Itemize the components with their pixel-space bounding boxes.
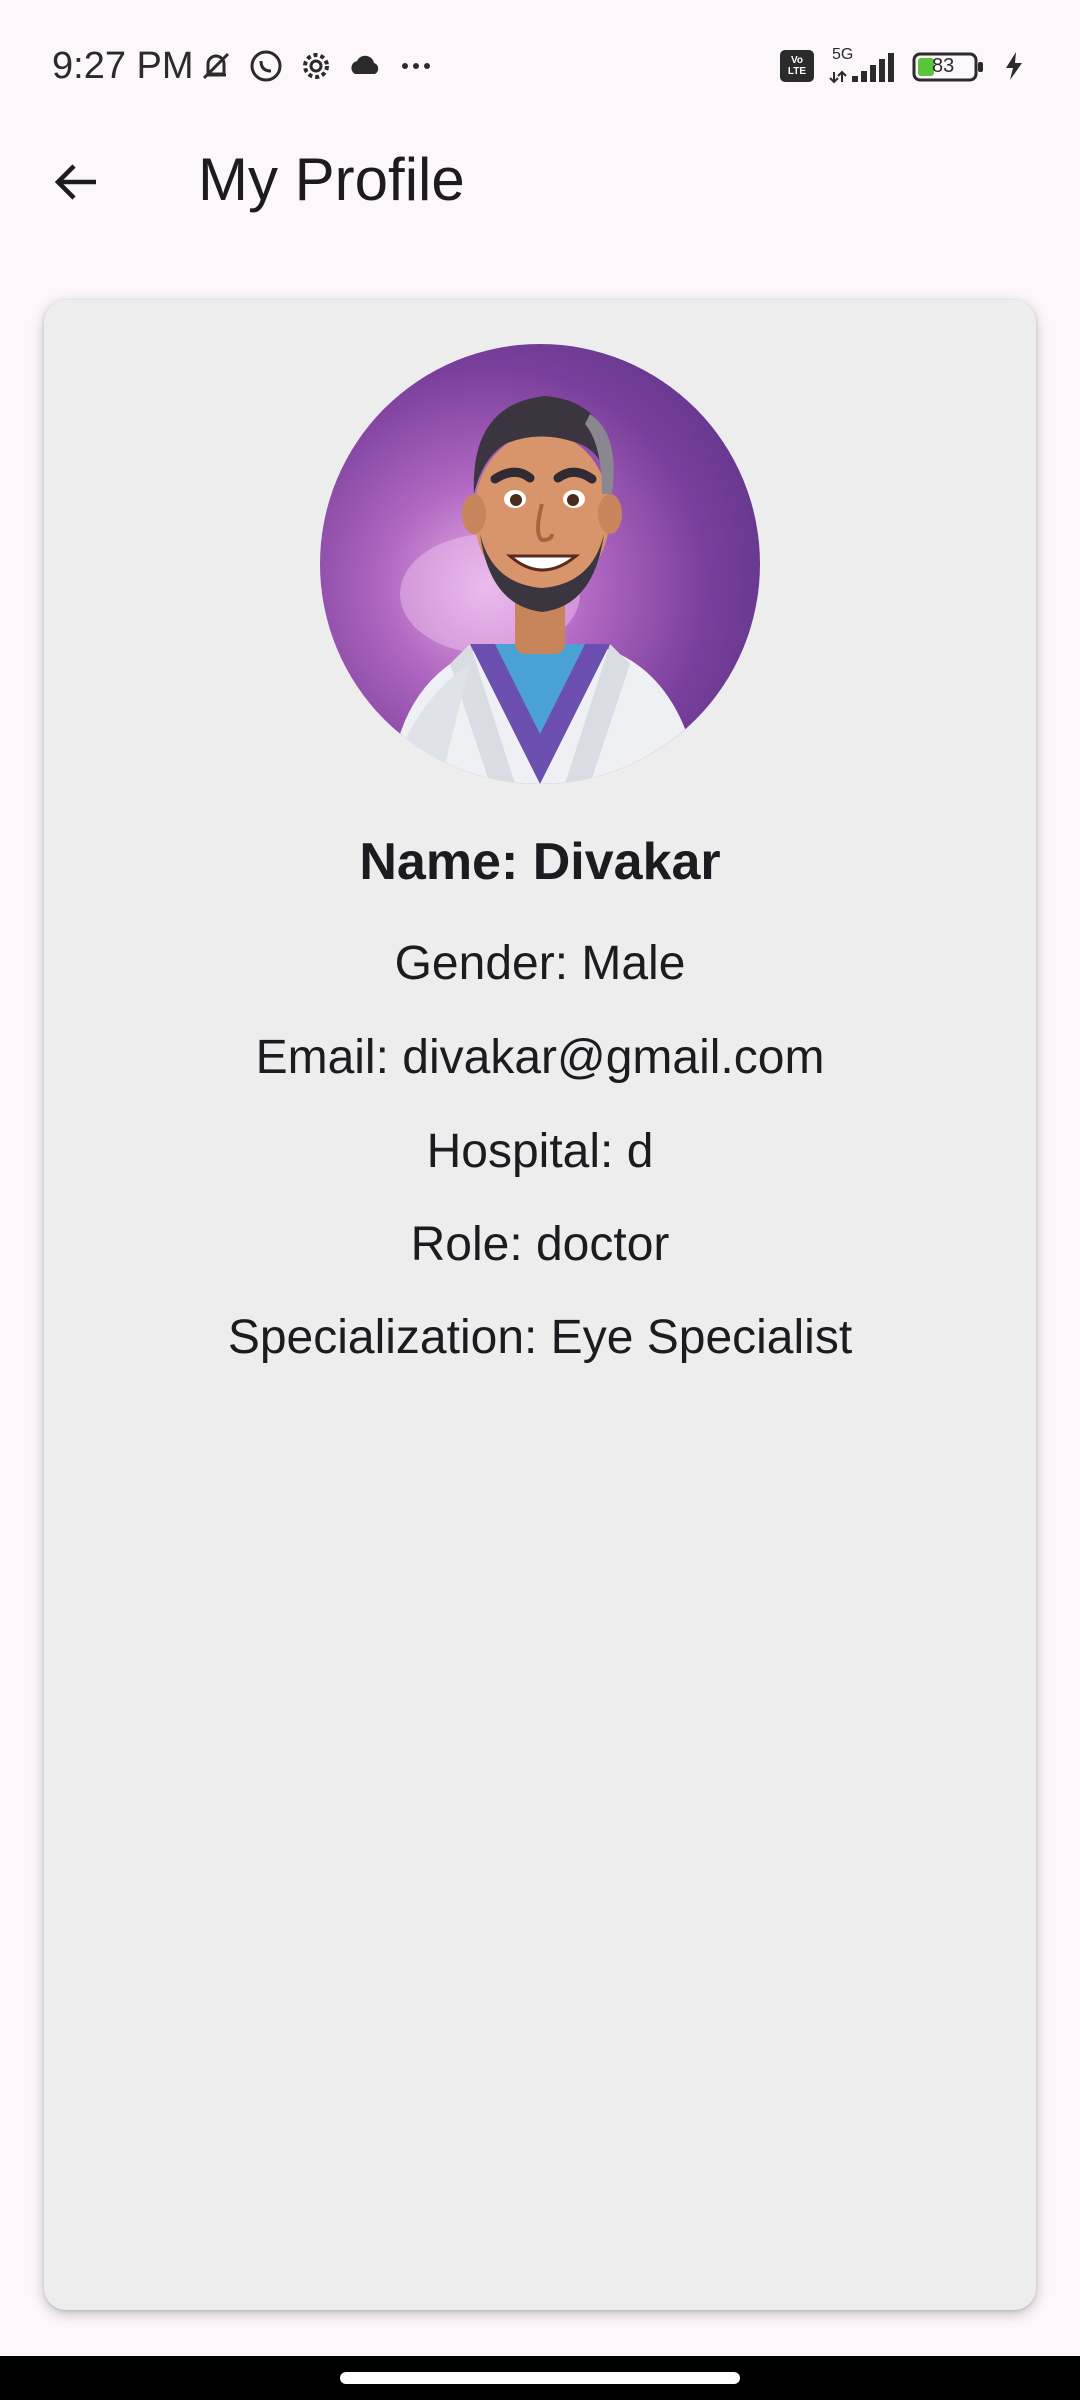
arrow-left-icon	[54, 164, 96, 200]
volte-icon: Vo LTE	[780, 50, 814, 82]
signal-icon: 5G	[828, 46, 898, 86]
status-bar: 9:27 PM Vo LTE 5G 83	[0, 0, 1080, 132]
settings-icon	[296, 46, 336, 86]
network-type: 5G	[832, 46, 854, 63]
more-icon	[396, 46, 436, 86]
status-right-icons: Vo LTE 5G 83	[780, 46, 1026, 86]
battery-icon: 83	[912, 46, 988, 86]
profile-card: Name: Divakar Gender: Male Email: divaka…	[44, 300, 1036, 2310]
profile-name: Name: Divakar	[359, 833, 721, 891]
profile-specialization: Specialization: Eye Specialist	[227, 1311, 853, 1364]
status-time: 9:27 PM	[52, 45, 194, 87]
mute-icon	[196, 46, 236, 86]
volte-label: Vo LTE	[787, 55, 807, 77]
profile-gender: Gender: Male	[394, 937, 686, 990]
battery-level: 83	[932, 55, 955, 77]
charging-icon	[1002, 46, 1026, 86]
profile-role: Role: doctor	[410, 1218, 670, 1271]
page-title: My Profile	[198, 146, 465, 213]
app-bar: My Profile	[0, 132, 1080, 228]
profile-email: Email: divakar@gmail.com	[255, 1031, 825, 1084]
whatsapp-icon	[246, 46, 286, 86]
profile-hospital: Hospital: d	[426, 1125, 654, 1178]
home-indicator[interactable]	[340, 2372, 740, 2384]
back-button[interactable]	[40, 146, 112, 218]
cloud-icon	[346, 46, 386, 86]
system-nav-bar	[0, 2356, 1080, 2400]
profile-avatar	[320, 344, 760, 784]
status-left-icons	[196, 46, 436, 86]
